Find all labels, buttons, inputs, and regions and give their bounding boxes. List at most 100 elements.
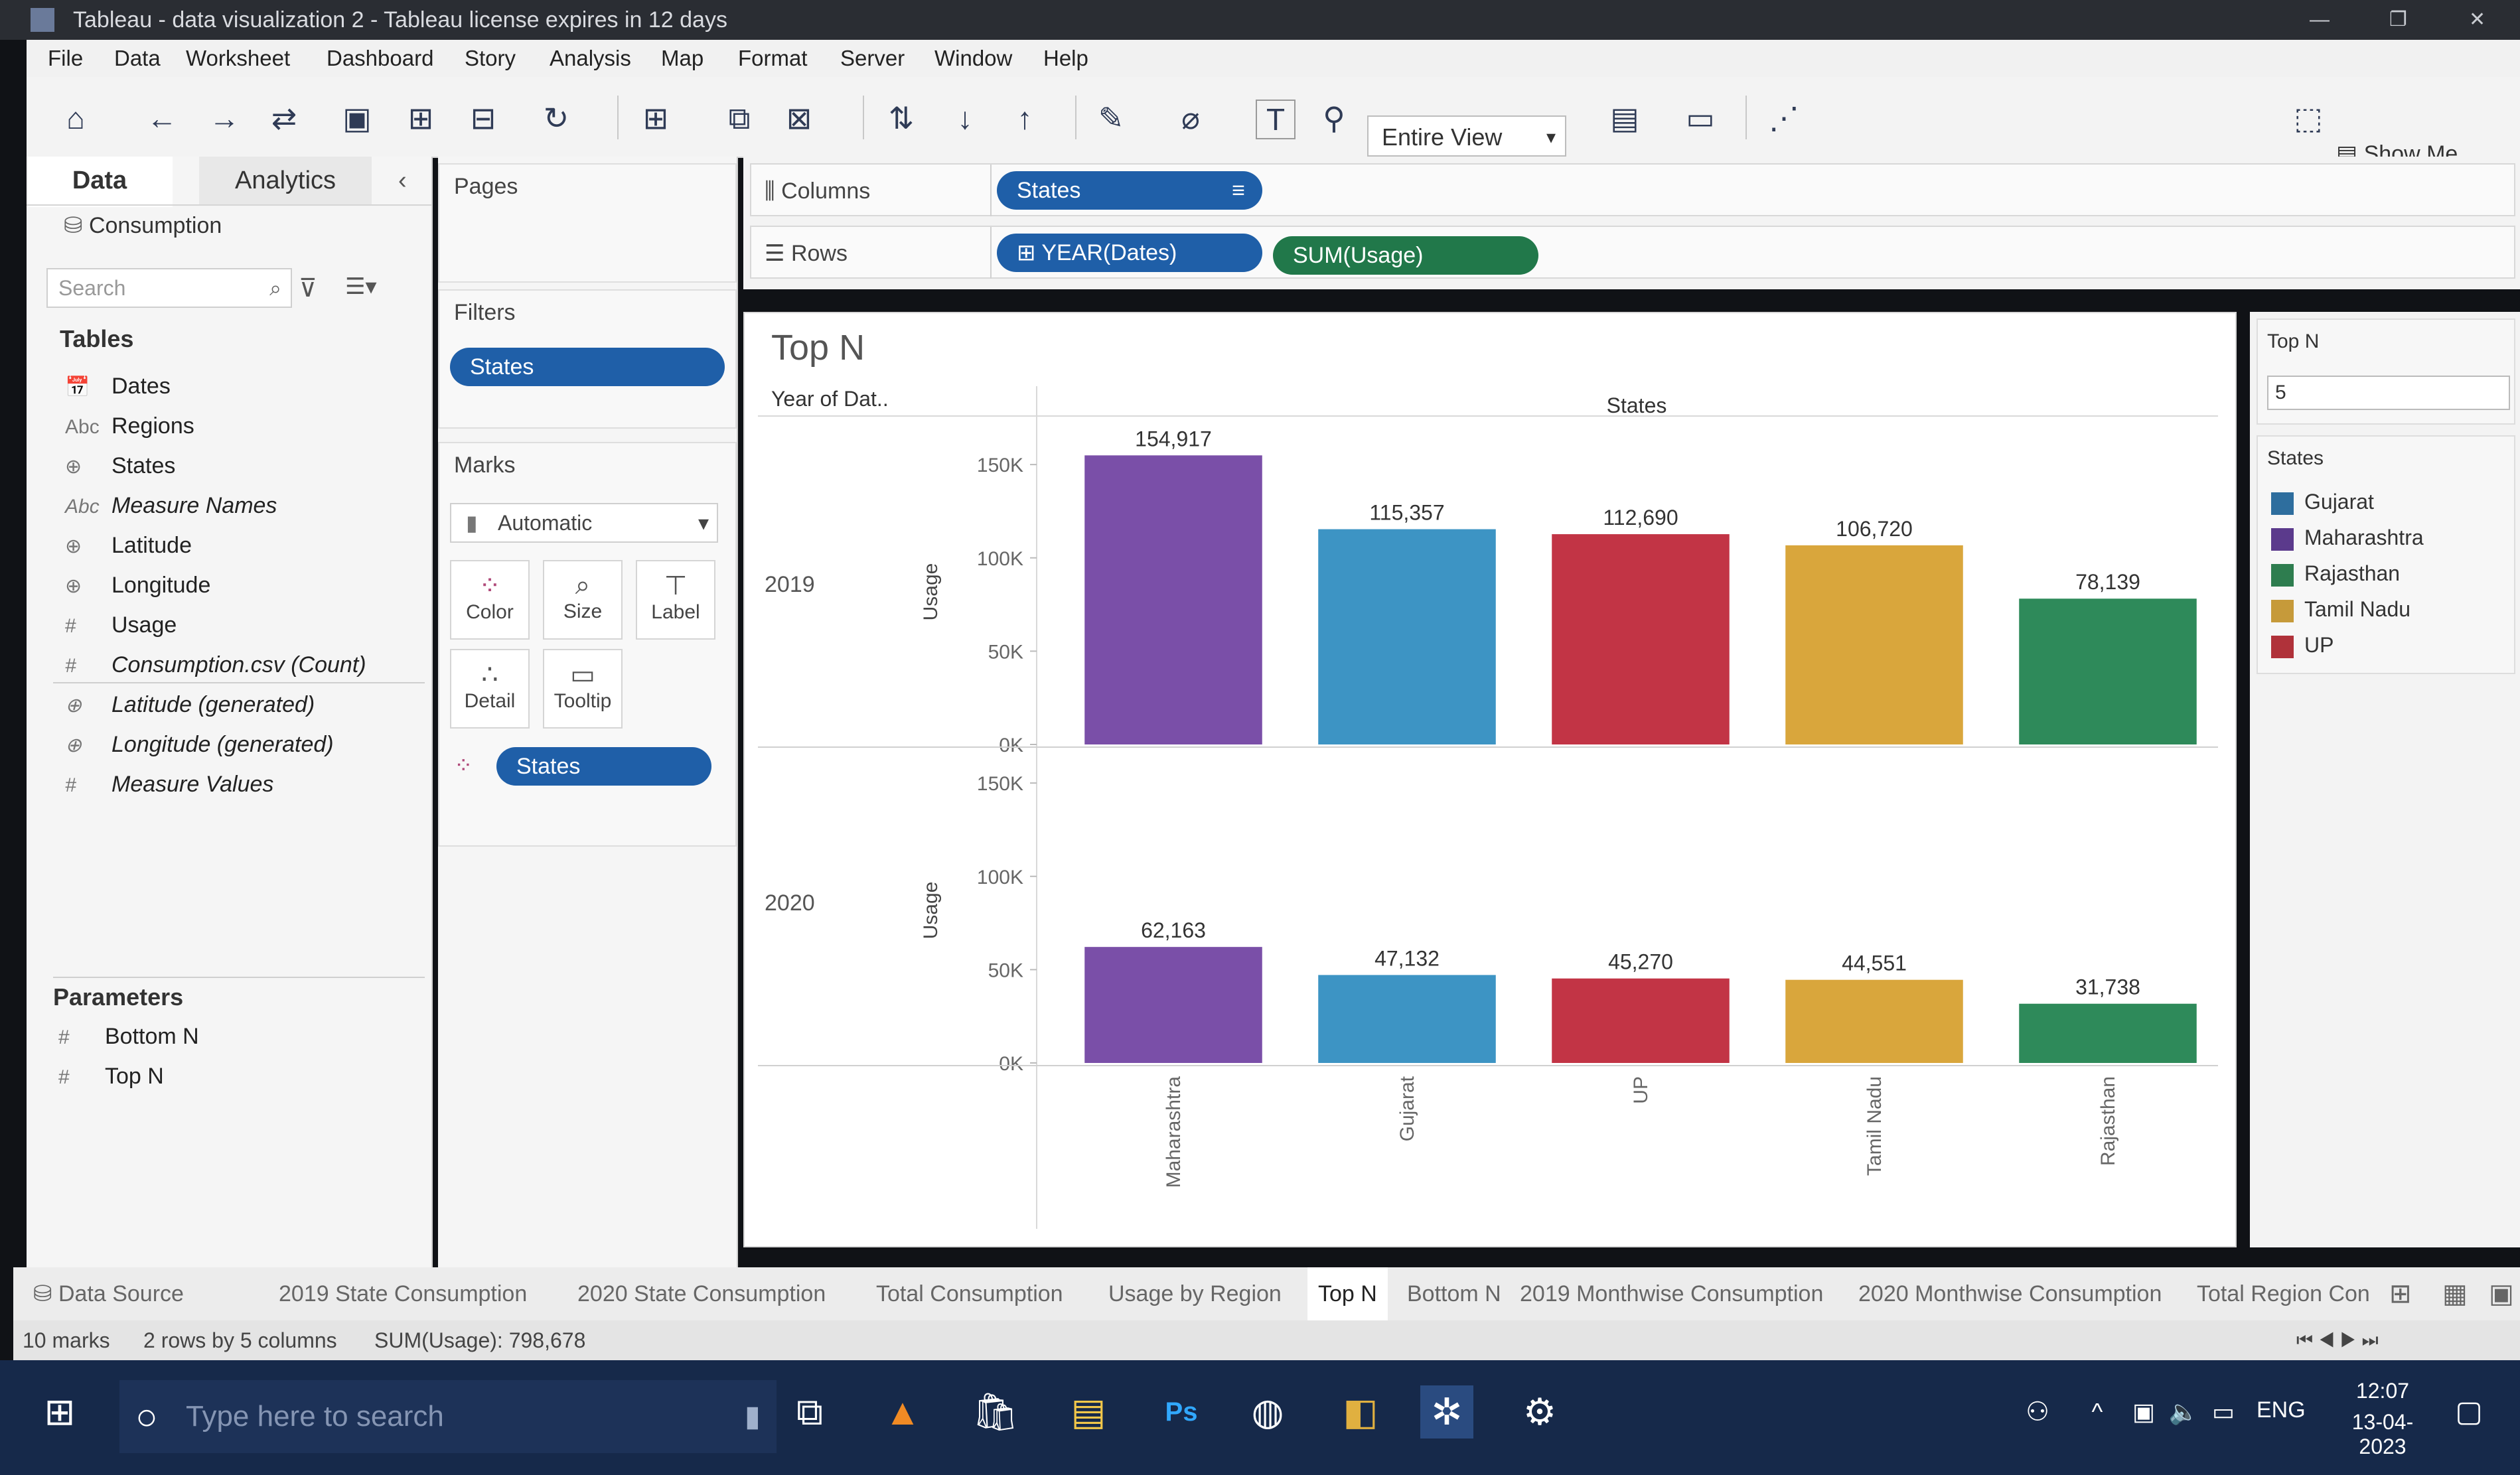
- duplicate-sheet-icon[interactable]: ⧉: [721, 100, 758, 137]
- color-button[interactable]: ⁘ Color: [450, 560, 530, 640]
- filter-icon[interactable]: ⊽: [299, 273, 317, 303]
- app-icon[interactable]: ◧: [1334, 1385, 1387, 1439]
- menu-worksheet[interactable]: Worksheet: [178, 40, 298, 77]
- field-measure-values[interactable]: # Measure Values: [65, 767, 273, 802]
- bar-maharashtra-2020[interactable]: [1084, 947, 1262, 1063]
- field-latitude-generated[interactable]: ⊕ Latitude (generated): [65, 687, 315, 722]
- menu-help[interactable]: Help: [1035, 40, 1096, 77]
- sheet-nav-icons[interactable]: ⏮ ◀ ▶ ⏭: [2296, 1320, 2379, 1360]
- rows-shelf[interactable]: ☰ Rows ⊞ YEAR(Dates) SUM(Usage): [750, 226, 2515, 279]
- collapse-pane-icon[interactable]: ‹: [398, 157, 425, 204]
- menu-map[interactable]: Map: [653, 40, 711, 77]
- menu-dashboard[interactable]: Dashboard: [319, 40, 441, 77]
- detail-button[interactable]: ∴ Detail: [450, 649, 530, 729]
- presentation-icon[interactable]: ▭: [1682, 100, 1719, 137]
- legend-item-maharashtra[interactable]: Maharashtra: [2271, 523, 2424, 552]
- pause-updates-icon[interactable]: ⊟: [465, 100, 502, 137]
- field-regions[interactable]: Abc Regions: [65, 409, 194, 443]
- tab-bottom-n[interactable]: Bottom N: [1407, 1267, 1501, 1320]
- vlc-icon[interactable]: ▲: [876, 1385, 929, 1439]
- taskbar-search[interactable]: ○ Type here to search ▮: [119, 1380, 777, 1453]
- swap-icon[interactable]: ⇅: [883, 100, 920, 137]
- size-button[interactable]: ⌕ Size: [543, 560, 623, 640]
- bar-tamil-nadu-2019[interactable]: [1785, 545, 1963, 744]
- tab-2019-state-consumption[interactable]: 2019 State Consumption: [279, 1267, 527, 1320]
- show-cards-icon[interactable]: ▤: [1606, 100, 1643, 137]
- home-icon[interactable]: ⌂: [57, 100, 94, 137]
- highlight-icon[interactable]: ✎: [1092, 100, 1130, 137]
- sort-descending-icon[interactable]: ↑: [1006, 100, 1043, 137]
- tooltip-button[interactable]: ▭ Tooltip: [543, 649, 623, 729]
- tab-total-region[interactable]: Total Region Con: [2197, 1267, 2370, 1320]
- new-worksheet-icon[interactable]: ⊞: [2389, 1267, 2412, 1320]
- new-datasource-icon[interactable]: ⊞: [402, 100, 439, 137]
- field-latitude[interactable]: ⊕ Latitude: [65, 528, 192, 563]
- minimize-button[interactable]: —: [2310, 0, 2330, 40]
- legend-item-gujarat[interactable]: Gujarat: [2271, 487, 2374, 516]
- datasource-item[interactable]: ⛁ Consumption: [64, 212, 222, 239]
- columns-shelf[interactable]: ⫼ Columns States ≡: [750, 163, 2515, 216]
- mark-type-dropdown[interactable]: ▮ Automatic ▾: [450, 503, 718, 543]
- people-icon[interactable]: ⚇: [2011, 1385, 2064, 1439]
- search-input[interactable]: Search ⌕: [46, 268, 292, 308]
- tray-chevron-icon[interactable]: ^: [2071, 1385, 2124, 1439]
- legend-item-rajasthan[interactable]: Rajasthan: [2271, 559, 2400, 588]
- legend-item-tamil-nadu[interactable]: Tamil Nadu: [2271, 595, 2410, 624]
- tab-data[interactable]: Data: [27, 157, 173, 207]
- tableau-taskbar-icon[interactable]: ✲: [1420, 1385, 1473, 1439]
- clock[interactable]: 12:07 13-04-2023: [2336, 1379, 2429, 1459]
- filters-card[interactable]: Filters States: [438, 289, 737, 429]
- bar-gujarat-2020[interactable]: [1318, 975, 1496, 1063]
- store-icon[interactable]: 🛍: [969, 1385, 1022, 1439]
- fix-axes-icon[interactable]: ⚲: [1315, 100, 1353, 137]
- field-usage[interactable]: # Usage: [65, 608, 177, 642]
- new-sheet-icon[interactable]: ⊞: [637, 100, 674, 137]
- bar-tamil-nadu-2020[interactable]: [1785, 979, 1963, 1063]
- menu-data[interactable]: Data: [106, 40, 169, 77]
- tab-top-n[interactable]: Top N: [1307, 1267, 1388, 1320]
- parameter-bottom-n[interactable]: # Bottom N: [58, 1019, 199, 1054]
- tab-total-consumption[interactable]: Total Consumption: [876, 1267, 1063, 1320]
- sort-ascending-icon[interactable]: ↓: [946, 100, 984, 137]
- bar-rajasthan-2020[interactable]: [2019, 1003, 2197, 1063]
- bar-up-2019[interactable]: [1552, 534, 1730, 744]
- bar-up-2020[interactable]: [1552, 978, 1730, 1063]
- rows-pill-year[interactable]: ⊞ YEAR(Dates): [997, 234, 1262, 272]
- format-painter-icon[interactable]: ⬚: [2290, 100, 2327, 137]
- rows-pill-usage[interactable]: SUM(Usage): [1273, 236, 1538, 275]
- field-dates[interactable]: 📅 Dates: [65, 369, 171, 403]
- pages-card[interactable]: Pages: [438, 163, 737, 283]
- menu-story[interactable]: Story: [457, 40, 524, 77]
- task-view-icon[interactable]: ⧉: [783, 1385, 836, 1439]
- battery-icon[interactable]: ▭: [2197, 1385, 2250, 1439]
- field-longitude[interactable]: ⊕ Longitude: [65, 568, 210, 602]
- bar-maharashtra-2019[interactable]: [1084, 455, 1262, 744]
- save-icon[interactable]: ▣: [338, 100, 376, 137]
- data-source-tab[interactable]: ⛁ Data Source: [33, 1267, 184, 1320]
- view-options-icon[interactable]: ☰▾: [345, 273, 377, 300]
- tab-usage-by-region[interactable]: Usage by Region: [1108, 1267, 1282, 1320]
- tab-2020-monthwise[interactable]: 2020 Monthwise Consumption: [1858, 1267, 2162, 1320]
- menu-format[interactable]: Format: [730, 40, 816, 77]
- group-icon[interactable]: ⌀: [1172, 100, 1209, 137]
- browser-icon[interactable]: ◍: [1241, 1385, 1294, 1439]
- columns-pill-states[interactable]: States ≡: [997, 171, 1262, 210]
- menu-file[interactable]: File: [40, 40, 91, 77]
- language-indicator[interactable]: ENG: [2257, 1397, 2306, 1423]
- parameter-top-n[interactable]: # Top N: [58, 1059, 164, 1093]
- replay-icon[interactable]: ⇄: [265, 100, 303, 137]
- settings-gear-icon[interactable]: ⚙: [1513, 1385, 1566, 1439]
- refresh-icon[interactable]: ↻: [538, 100, 575, 137]
- restore-button[interactable]: ❐: [2389, 0, 2407, 40]
- new-dashboard-icon[interactable]: ▦: [2442, 1267, 2468, 1320]
- photoshop-icon[interactable]: Ps: [1155, 1385, 1208, 1439]
- field-consumption-csv-count[interactable]: # Consumption.csv (Count): [65, 648, 366, 682]
- label-button[interactable]: ⊤ Label: [636, 560, 715, 640]
- filter-pill-states[interactable]: States: [450, 348, 725, 386]
- fit-dropdown[interactable]: Entire View ▾: [1367, 115, 1566, 157]
- menu-analysis[interactable]: Analysis: [542, 40, 639, 77]
- tab-2020-state-consumption[interactable]: 2020 State Consumption: [577, 1267, 826, 1320]
- legend-item-up[interactable]: UP: [2271, 630, 2334, 660]
- menu-server[interactable]: Server: [832, 40, 913, 77]
- labels-icon[interactable]: T: [1256, 100, 1296, 139]
